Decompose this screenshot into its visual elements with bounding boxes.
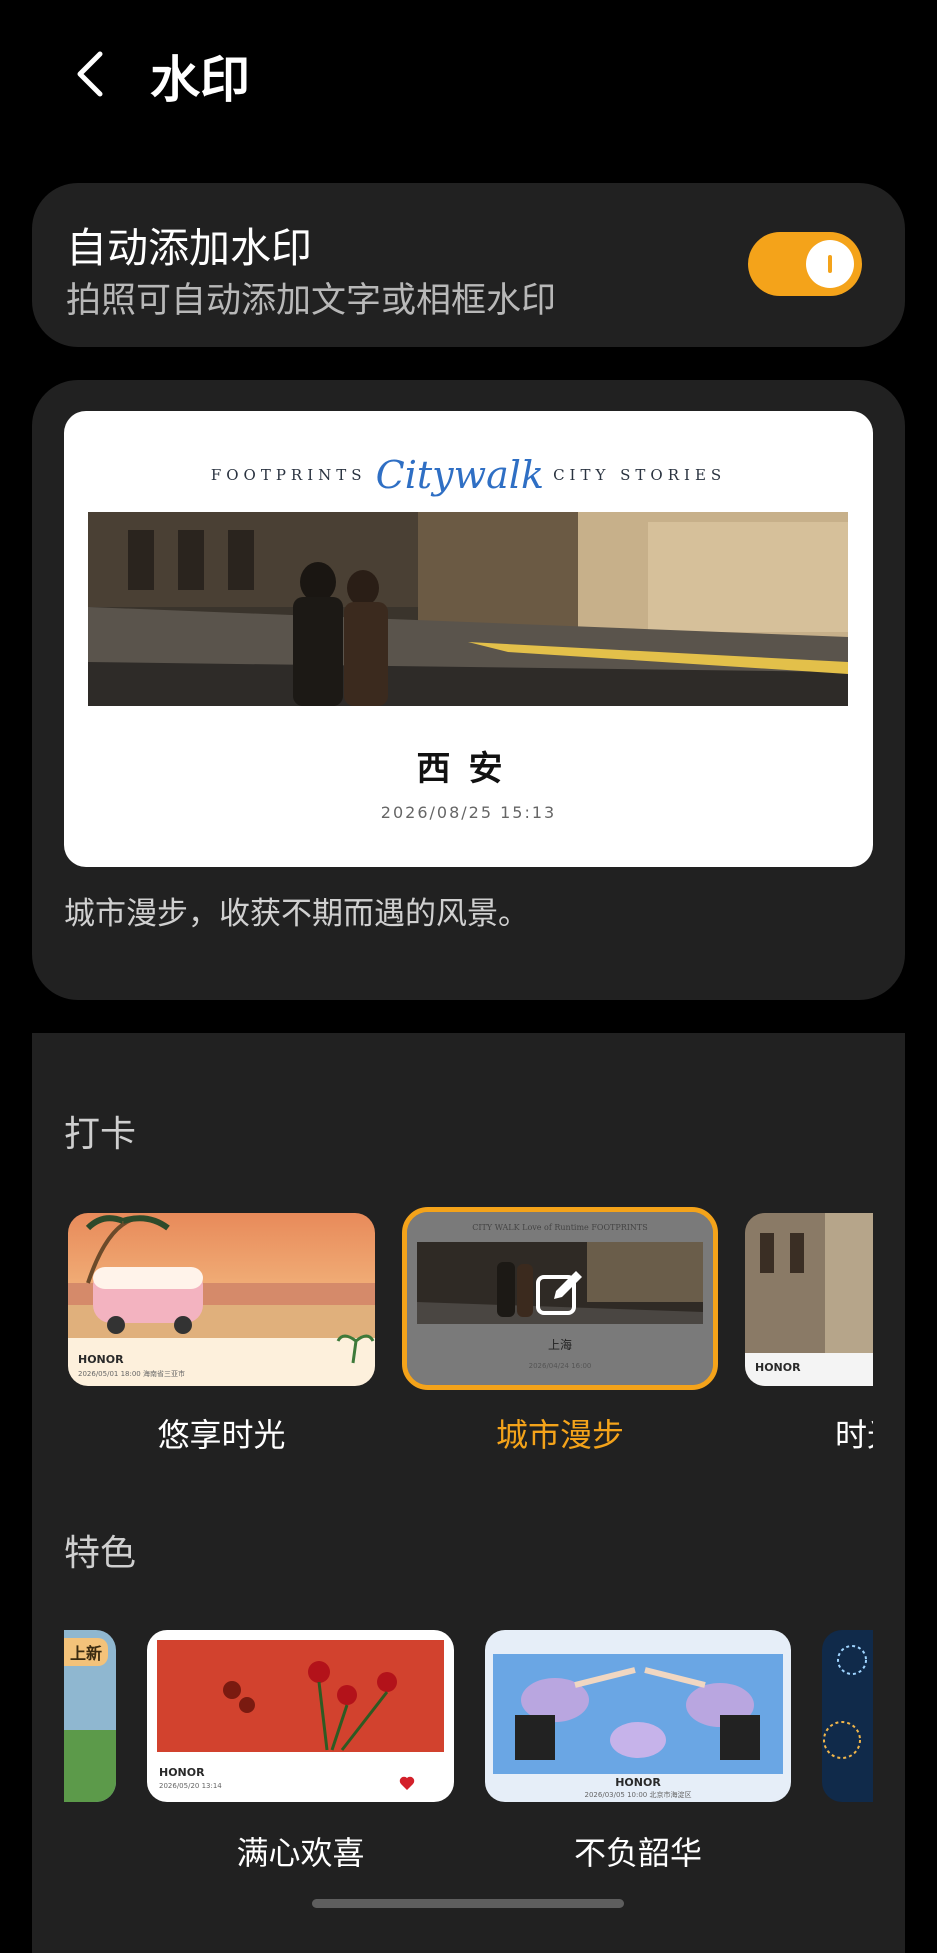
fireworks-image <box>822 1630 873 1802</box>
checkin-item-3-thumb[interactable]: HONOR <box>745 1213 873 1386</box>
featured-item-1-label[interactable]: 满心欢喜 <box>147 1828 454 1874</box>
auto-watermark-title: 自动添加水印 <box>66 224 312 272</box>
chevron-left-icon <box>77 51 103 97</box>
thumb-city: 上海 <box>547 1338 572 1352</box>
checkin-item-1-label[interactable]: 悠享时光 <box>68 1410 375 1456</box>
thumb-brand: HONOR <box>615 1776 661 1789</box>
featured-item-1-thumb[interactable]: HONOR 2026/05/20 13:14 <box>147 1630 454 1802</box>
thumb-meta: 2026/05/20 13:14 <box>159 1782 222 1790</box>
thumb-meta: 2026/05/01 18:00 海南省三亚市 <box>78 1370 185 1378</box>
checkin-item-3-label[interactable]: 时光 <box>835 1416 873 1454</box>
watermark-preview: FOOTPRINTS Citywalk CITY STORIES 西安 2026… <box>64 411 873 867</box>
featured-item-0-thumb[interactable]: 上新 <box>64 1630 116 1802</box>
watermark-city: 西安 <box>416 749 521 789</box>
toggle-on-indicator <box>828 255 832 273</box>
watermark-datetime: 2026/08/25 15:13 <box>380 803 557 822</box>
edit-icon[interactable] <box>534 1267 586 1319</box>
page-title: 水印 <box>150 51 250 109</box>
featured-item-3-thumb[interactable] <box>822 1630 873 1802</box>
thumb-brand: HONOR <box>159 1766 205 1779</box>
svg-text:CITY WALK Love of Runtime FO: CITY WALK Love of Runtime FOOTPRINTS <box>472 1223 647 1232</box>
checkin-item-2-label[interactable]: 城市漫步 <box>402 1410 718 1456</box>
thumb-meta: 2026/04/24 16:00 <box>528 1362 592 1370</box>
watermark-description: 城市漫步，收获不期而遇的风景。 <box>64 896 529 932</box>
featured-item-2-label[interactable]: 不负韶华 <box>485 1828 791 1874</box>
thumb-brand: HONOR <box>78 1353 124 1366</box>
brand-right-text: CITY STORIES <box>553 466 727 484</box>
home-indicator <box>312 1899 624 1908</box>
checkin-item-3-label-clip: 时光 <box>745 1410 873 1456</box>
watermark-picker-panel <box>32 1033 905 1953</box>
toggle-knob <box>806 240 854 288</box>
section-title-featured: 特色 <box>64 1533 137 1574</box>
new-badge: 上新 <box>64 1638 109 1666</box>
brand-script-text: Citywalk <box>375 453 544 497</box>
thumb-meta: 2026/03/05 10:00 北京市海淀区 <box>584 1791 692 1799</box>
back-button[interactable] <box>64 44 124 104</box>
auto-watermark-subtitle: 拍照可自动添加文字或相框水印 <box>66 281 557 321</box>
checkin-item-2-thumb[interactable]: CITY WALK Love of Runtime FOOTPRINTS 上海 … <box>402 1207 718 1390</box>
preview-photo <box>88 512 848 706</box>
thumb-brand: HONOR <box>755 1361 801 1374</box>
featured-item-2-thumb[interactable]: HONOR 2026/03/05 10:00 北京市海淀区 <box>485 1630 791 1802</box>
section-title-checkin: 打卡 <box>64 1114 137 1155</box>
watermark-brand-line: FOOTPRINTS Citywalk CITY STORIES <box>64 453 873 497</box>
brand-left-text: FOOTPRINTS <box>210 466 367 484</box>
checkin-item-1-thumb[interactable]: HONOR 2026/05/01 18:00 海南省三亚市 <box>68 1213 375 1386</box>
auto-watermark-toggle[interactable] <box>748 232 862 296</box>
